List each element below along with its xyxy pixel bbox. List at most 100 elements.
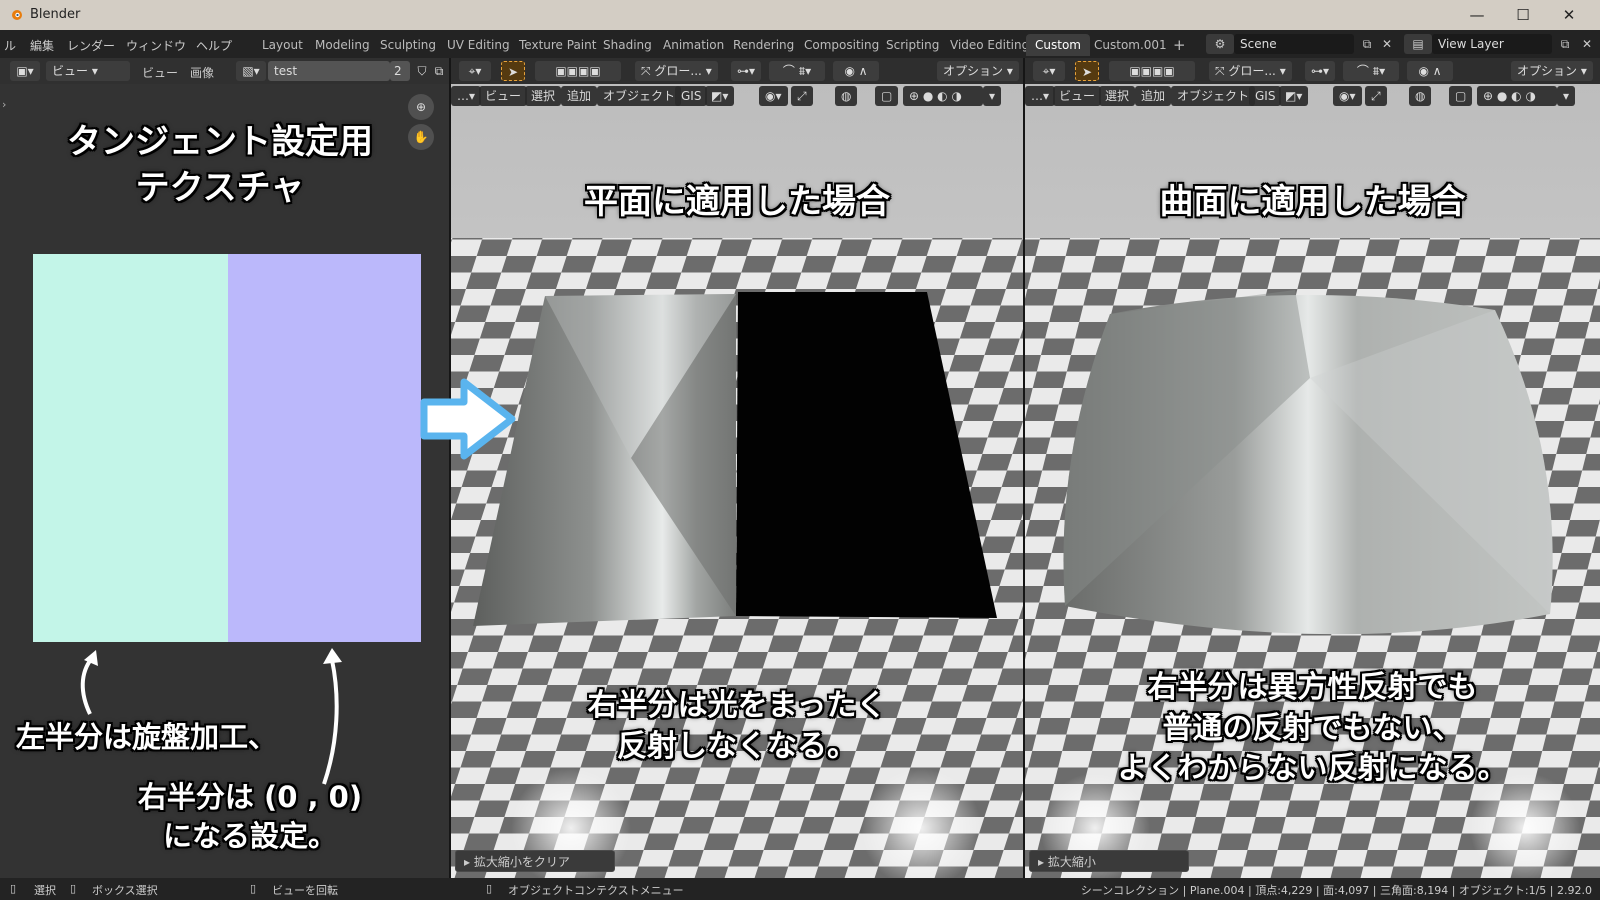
snap-icon[interactable]: ⌒ ⩩▾ — [769, 61, 825, 81]
close-button[interactable]: ✕ — [1546, 0, 1592, 30]
tab-shading[interactable]: Shading — [594, 34, 661, 56]
overlay-icon[interactable]: ◍ — [835, 86, 858, 106]
viewport-curved[interactable]: ⌖▾ ➤ ▣▣▣▣ ⤧ グロー... ▾ ⊶▾ ⌒ ⩩▾ ◉ ∧ オプション ▾… — [1025, 58, 1600, 878]
top-bar: ル 編集 レンダー ウィンドウ ヘルプ Layout Modeling Scul… — [0, 30, 1600, 58]
menu-render[interactable]: レンダー — [67, 37, 115, 54]
status-box-select: ボックス選択 — [92, 884, 158, 897]
tab-rendering[interactable]: Rendering — [724, 34, 803, 56]
fake-user-shield-icon[interactable]: ⛉ — [412, 61, 432, 81]
minimize-button[interactable]: — — [1454, 0, 1500, 30]
image-browse-icon[interactable]: ▧▾ — [236, 61, 266, 81]
arrow-right-icon — [420, 378, 516, 460]
tab-sculpting[interactable]: Sculpting — [371, 34, 445, 56]
transform-orientation-dropdown[interactable]: ⤧ グロー... ▾ — [635, 61, 718, 81]
new-view-layer-icon[interactable]: ⧉ — [1554, 34, 1576, 54]
menu-view[interactable]: ビュー — [1053, 86, 1102, 106]
tab-custom[interactable]: Custom — [1026, 34, 1090, 56]
tab-video-editing[interactable]: Video Editing — [941, 34, 1038, 56]
editor-type-icon[interactable]: ⌖▾ — [1033, 61, 1065, 81]
sidebar-toggle-icon[interactable]: › — [2, 98, 6, 111]
visibility-icon[interactable]: ◉▾ — [1333, 86, 1362, 106]
menu-object[interactable]: オブジェクト — [597, 86, 682, 106]
menu-view[interactable]: ビュー — [479, 86, 528, 106]
gizmo-icon[interactable]: ⤢ — [791, 86, 813, 106]
last-operator-panel[interactable]: ▸ 拡大縮小をクリア — [455, 850, 615, 872]
tab-layout[interactable]: Layout — [253, 34, 312, 56]
proportional-edit-icon[interactable]: ◉ ∧ — [1407, 61, 1453, 81]
viewport-flat-header: ⌖▾ ➤ ▣▣▣▣ ⤧ グロー... ▾ ⊶▾ ⌒ ⩩▾ ◉ ∧ オプション ▾ — [451, 58, 1023, 84]
menu-add[interactable]: 追加 — [1135, 86, 1172, 106]
pivot-icon[interactable]: ⊶▾ — [1305, 61, 1335, 81]
image-users-count[interactable]: 2 — [390, 61, 410, 81]
gis-icon[interactable]: ◩▾ — [1279, 86, 1309, 106]
note-right-line1: 右半分は (0 , 0) — [137, 780, 363, 814]
visibility-icon[interactable]: ◉▾ — [759, 86, 788, 106]
scene-name-field[interactable]: Scene — [1234, 34, 1354, 54]
menu-gis[interactable]: GIS — [1249, 86, 1282, 106]
menu-view[interactable]: ビュー — [142, 64, 178, 81]
menu-select[interactable]: 選択 — [525, 86, 562, 106]
gis-icon[interactable]: ◩▾ — [705, 86, 735, 106]
last-operator-panel[interactable]: ▸ 拡大縮小 — [1029, 850, 1189, 872]
shading-mode-icons[interactable]: ⊕ ● ◐ ◑ — [903, 86, 983, 106]
image-name-field[interactable]: test — [268, 61, 390, 81]
flat-title: 平面に適用した場合 — [584, 182, 890, 222]
tab-compositing[interactable]: Compositing — [795, 34, 888, 56]
options-dropdown[interactable]: オプション ▾ — [1511, 61, 1593, 81]
editor-type-icon[interactable]: ⌖▾ — [459, 61, 491, 81]
menu-window[interactable]: ウィンドウ — [126, 37, 186, 54]
menu-file[interactable]: ル — [4, 37, 16, 54]
curved-caption-line1: 右半分は異方性反射でも — [1147, 670, 1478, 705]
select-mode-icons[interactable]: ▣▣▣▣ — [1109, 61, 1195, 81]
menu-add[interactable]: 追加 — [561, 86, 598, 106]
menu-edit[interactable]: 編集 — [30, 37, 54, 54]
new-scene-icon[interactable]: ⧉ — [1356, 34, 1378, 54]
xray-icon[interactable]: ▢ — [875, 86, 899, 106]
menu-image[interactable]: 画像 — [190, 64, 214, 81]
collapse-menu-icon[interactable]: …▾ — [1025, 86, 1056, 106]
tab-scripting[interactable]: Scripting — [877, 34, 948, 56]
zoom-icon[interactable]: ⊕ — [408, 94, 434, 120]
shading-options-icon[interactable]: ▾ — [1557, 86, 1576, 106]
tab-custom-001[interactable]: Custom.001 — [1085, 34, 1176, 56]
view-layer-field[interactable]: View Layer — [1432, 34, 1552, 54]
options-dropdown[interactable]: オプション ▾ — [937, 61, 1019, 81]
area-divider[interactable] — [449, 58, 451, 878]
select-tool-icon[interactable]: ➤ — [501, 61, 525, 81]
add-workspace-button[interactable]: + — [1164, 34, 1195, 56]
view-mode-dropdown[interactable]: ビュー ▾ — [46, 61, 130, 81]
menu-gis[interactable]: GIS — [675, 86, 708, 106]
xray-icon[interactable]: ▢ — [1449, 86, 1473, 106]
view-layer-selector-icon[interactable]: ▤ — [1404, 34, 1432, 54]
proportional-edit-icon[interactable]: ◉ ∧ — [833, 61, 879, 81]
delete-scene-icon[interactable]: ✕ — [1376, 34, 1398, 54]
collapse-menu-icon[interactable]: …▾ — [451, 86, 482, 106]
new-image-icon[interactable]: ⧉ — [430, 61, 448, 81]
overlay-icon[interactable]: ◍ — [1409, 86, 1432, 106]
mouse-right-icon: ▯ — [486, 882, 493, 895]
shading-mode-icons[interactable]: ⊕ ● ◐ ◑ — [1477, 86, 1557, 106]
tab-animation[interactable]: Animation — [654, 34, 733, 56]
transform-orientation-dropdown[interactable]: ⤧ グロー... ▾ — [1209, 61, 1292, 81]
menu-help[interactable]: ヘルプ — [196, 37, 232, 54]
scene-selector-icon[interactable]: ⚙ — [1206, 34, 1234, 54]
area-divider[interactable] — [1023, 58, 1025, 878]
shading-options-icon[interactable]: ▾ — [983, 86, 1002, 106]
gizmo-icon[interactable]: ⤢ — [1365, 86, 1387, 106]
texture-left-half — [33, 254, 228, 642]
select-mode-icons[interactable]: ▣▣▣▣ — [535, 61, 621, 81]
tab-texture-paint[interactable]: Texture Paint — [510, 34, 605, 56]
menu-select[interactable]: 選択 — [1099, 86, 1136, 106]
viewport-flat[interactable]: ⌖▾ ➤ ▣▣▣▣ ⤧ グロー... ▾ ⊶▾ ⌒ ⩩▾ ◉ ∧ オプション ▾… — [451, 58, 1023, 878]
pivot-icon[interactable]: ⊶▾ — [731, 61, 761, 81]
select-tool-icon[interactable]: ➤ — [1075, 61, 1099, 81]
tab-uv-editing[interactable]: UV Editing — [438, 34, 519, 56]
maximize-button[interactable]: ☐ — [1500, 0, 1546, 30]
status-context-menu: オブジェクトコンテクストメニュー — [508, 884, 684, 897]
last-operator-label: 拡大縮小をクリア — [473, 855, 570, 869]
menu-object[interactable]: オブジェクト — [1171, 86, 1256, 106]
delete-view-layer-icon[interactable]: ✕ — [1576, 34, 1598, 54]
snap-icon[interactable]: ⌒ ⩩▾ — [1343, 61, 1399, 81]
tab-modeling[interactable]: Modeling — [306, 34, 379, 56]
editor-type-icon[interactable]: ▣▾ — [10, 61, 40, 81]
